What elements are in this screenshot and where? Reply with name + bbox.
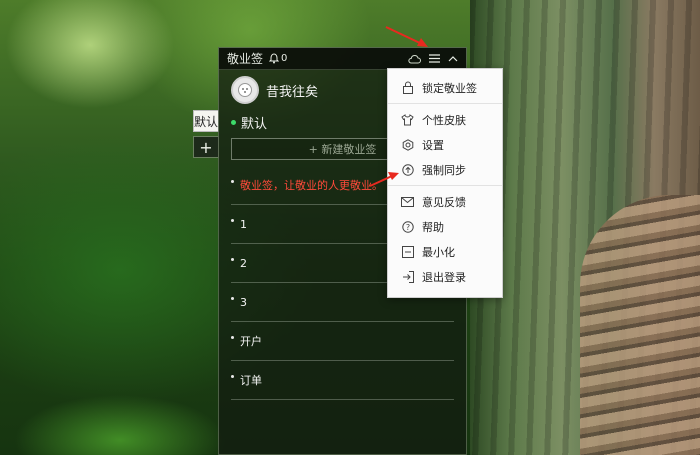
arrow-to-menu-icon <box>385 26 428 47</box>
bullet <box>231 296 234 300</box>
title-bar[interactable]: 敬业签 0 <box>219 48 466 70</box>
help-icon: ? <box>401 220 414 233</box>
background-tree-trunk <box>470 0 700 455</box>
note-text: 敬业签，让敬业的人更敬业。 <box>240 179 383 192</box>
menu-divider <box>388 185 502 186</box>
list-item[interactable]: 订单 <box>231 361 454 400</box>
note-text: 3 <box>240 295 247 309</box>
bullet <box>231 218 234 222</box>
list-item[interactable]: 开户 <box>231 322 454 361</box>
gear-icon <box>402 138 413 151</box>
menu-item-skin[interactable]: 个性皮肤 <box>388 107 502 132</box>
logout-icon <box>402 270 414 283</box>
shirt-icon <box>401 113 414 125</box>
menu-item-feedback[interactable]: 意见反馈 <box>388 189 502 214</box>
category-label: 默认 <box>241 116 268 132</box>
chevron-up-icon[interactable] <box>448 55 458 62</box>
menu-item-settings[interactable]: 设置 <box>388 132 502 157</box>
bullet <box>231 257 234 261</box>
side-tab-add[interactable]: + <box>193 136 219 158</box>
bullet <box>231 179 234 183</box>
menu-item-label: 锁定敬业签 <box>422 81 477 95</box>
menu-item-label: 个性皮肤 <box>422 113 466 127</box>
app-title: 敬业签 <box>227 52 264 66</box>
side-tab-default[interactable]: 默认 <box>193 110 219 132</box>
menu-divider <box>388 103 502 104</box>
menu-icon[interactable] <box>429 54 440 63</box>
upload-circle-icon <box>401 163 414 176</box>
notification-bell[interactable]: 0 <box>269 53 287 64</box>
menu-item-label: 意见反馈 <box>422 195 466 209</box>
lock-icon <box>402 81 413 94</box>
menu-item-label: 帮助 <box>422 220 444 234</box>
menu-item-label: 最小化 <box>422 245 455 259</box>
bullet <box>231 374 234 378</box>
note-text: 开户 <box>240 335 262 348</box>
note-text: 1 <box>240 217 247 231</box>
status-dot <box>231 119 236 125</box>
mail-icon <box>401 196 414 207</box>
bell-icon <box>269 53 280 64</box>
menu-item-label: 退出登录 <box>422 270 466 284</box>
note-text: 2 <box>240 256 247 270</box>
user-name: 昔我往矣 <box>266 84 319 100</box>
menu-item-lock[interactable]: 锁定敬业签 <box>388 75 502 100</box>
menu-item-label: 强制同步 <box>422 163 466 177</box>
avatar[interactable] <box>231 76 259 104</box>
note-text: 订单 <box>240 374 262 387</box>
menu-item-minimize[interactable]: 最小化 <box>388 239 502 264</box>
bullet <box>231 335 234 339</box>
notification-count: 0 <box>281 53 288 64</box>
menu-item-help[interactable]: ? 帮助 <box>388 214 502 239</box>
menu-item-logout[interactable]: 退出登录 <box>388 264 502 289</box>
dropdown-menu: 锁定敬业签 个性皮肤 设置 强制同步 意见反馈 ? 帮助 最小化 退出登录 <box>387 68 503 298</box>
svg-text:?: ? <box>405 222 409 231</box>
menu-item-label: 设置 <box>422 138 444 152</box>
menu-item-force-sync[interactable]: 强制同步 <box>388 157 502 182</box>
minimize-icon <box>401 245 414 258</box>
avatar-placeholder-icon <box>238 83 252 97</box>
cloud-sync-icon[interactable] <box>408 54 421 64</box>
